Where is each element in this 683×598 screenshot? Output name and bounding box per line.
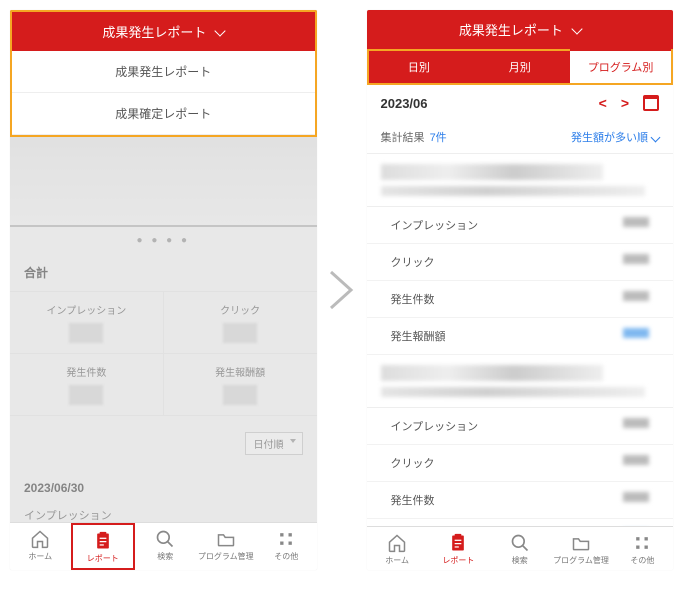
date-label: 2023/06/30 bbox=[10, 471, 317, 499]
metric-row: インプレッション bbox=[367, 408, 674, 445]
nav-report[interactable]: レポート bbox=[71, 523, 136, 570]
prev-button[interactable]: < bbox=[599, 95, 607, 111]
next-button[interactable]: > bbox=[621, 95, 629, 111]
sort-select[interactable]: 発生額が多い順 bbox=[571, 129, 659, 145]
pagination-dots[interactable]: ● ● ● ● bbox=[10, 227, 317, 254]
metric-cell: クリック bbox=[164, 292, 317, 353]
dropdown-item[interactable]: 成果発生レポート bbox=[12, 51, 315, 93]
nav-home[interactable]: ホーム bbox=[10, 523, 71, 570]
chart-placeholder bbox=[10, 137, 317, 227]
metric-row: 発生件数 bbox=[367, 482, 674, 519]
summary-row: 集計結果 7件 発生額が多い順 bbox=[367, 121, 674, 154]
content-area: ● ● ● ● 合計 インプレッション クリック 発生件数 発生報酬額 日付順 … bbox=[10, 137, 317, 522]
nav-other[interactable]: その他 bbox=[612, 527, 673, 570]
tab-program[interactable]: プログラム別 bbox=[570, 49, 671, 83]
chevron-down-icon bbox=[214, 25, 225, 36]
nav-report[interactable]: レポート bbox=[428, 527, 489, 570]
metric-row: 発生報酬額 bbox=[367, 519, 674, 526]
calendar-icon[interactable] bbox=[643, 95, 659, 111]
chevron-down-icon bbox=[571, 23, 582, 34]
header-dropdown[interactable]: 成果発生レポート bbox=[367, 10, 674, 49]
phone-right: 成果発生レポート 日別 月別 プログラム別 2023/06 < > 集計結果 7… bbox=[367, 10, 674, 570]
content-area: 2023/06 < > 集計結果 7件 発生額が多い順 インプレッション クリッ… bbox=[367, 85, 674, 526]
sort-select[interactable]: 日付順 bbox=[245, 432, 303, 455]
metric-row-label: インプレッション bbox=[10, 499, 317, 522]
date-navigator: 2023/06 < > bbox=[367, 85, 674, 121]
metric-cell: 発生報酬額 bbox=[164, 354, 317, 415]
metric-row: 発生報酬額 bbox=[367, 318, 674, 355]
metric-row: 発生件数 bbox=[367, 281, 674, 318]
program-item[interactable] bbox=[367, 154, 674, 207]
header-title: 成果発生レポート bbox=[459, 23, 563, 38]
period-tabs: 日別 月別 プログラム別 bbox=[367, 49, 674, 85]
header-dropdown[interactable]: 成果発生レポート bbox=[10, 10, 317, 51]
bottom-nav: ホーム レポート 検索 プログラム管理 その他 bbox=[10, 522, 317, 570]
nav-other[interactable]: その他 bbox=[256, 523, 317, 570]
report-type-dropdown: 成果発生レポート 成果確定レポート bbox=[10, 51, 317, 137]
arrow-separator bbox=[329, 270, 355, 310]
nav-home[interactable]: ホーム bbox=[367, 527, 428, 570]
header-title: 成果発生レポート bbox=[102, 25, 206, 40]
metric-row: クリック bbox=[367, 445, 674, 482]
total-label: 合計 bbox=[10, 254, 317, 291]
nav-program[interactable]: プログラム管理 bbox=[550, 527, 611, 570]
nav-search[interactable]: 検索 bbox=[489, 527, 550, 570]
current-period: 2023/06 bbox=[381, 96, 428, 111]
summary-count: 7件 bbox=[430, 132, 447, 144]
tab-daily[interactable]: 日別 bbox=[369, 51, 470, 83]
metric-cell: インプレッション bbox=[10, 292, 163, 353]
program-item[interactable] bbox=[367, 355, 674, 408]
metric-row: クリック bbox=[367, 244, 674, 281]
summary-label: 集計結果 bbox=[381, 132, 425, 144]
nav-search[interactable]: 検索 bbox=[135, 523, 196, 570]
bottom-nav: ホーム レポート 検索 プログラム管理 その他 bbox=[367, 526, 674, 570]
metric-row: インプレッション bbox=[367, 207, 674, 244]
nav-program[interactable]: プログラム管理 bbox=[196, 523, 257, 570]
tab-monthly[interactable]: 月別 bbox=[469, 51, 570, 83]
metrics-grid: インプレッション クリック 発生件数 発生報酬額 bbox=[10, 291, 317, 416]
metric-cell: 発生件数 bbox=[10, 354, 163, 415]
dropdown-item[interactable]: 成果確定レポート bbox=[12, 93, 315, 135]
phone-left: 成果発生レポート 成果発生レポート 成果確定レポート ● ● ● ● 合計 イン… bbox=[10, 10, 317, 570]
